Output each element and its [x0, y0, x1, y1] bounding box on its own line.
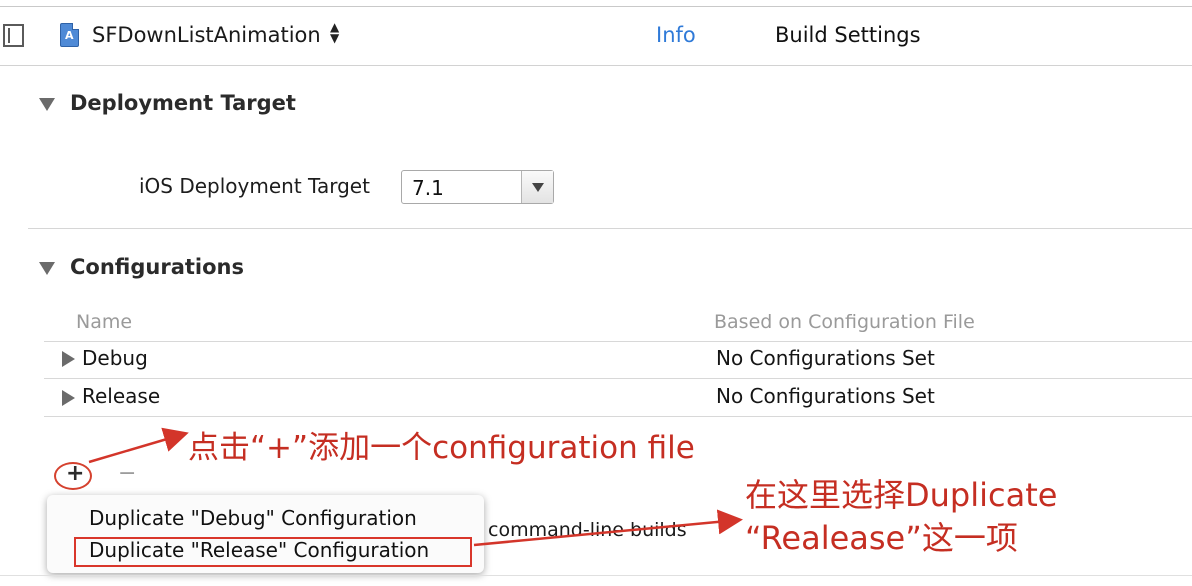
bottom-divider — [0, 575, 1192, 576]
arrow-to-menu-annotation — [473, 509, 743, 547]
arrow-to-plus-annotation — [88, 427, 189, 464]
annotation-click-plus: 点击“+”添加一个configuration file — [188, 430, 695, 466]
annotation-choose-line2: “Realease”这一项 — [745, 519, 1018, 557]
annotation-choose-line1: 在这里选择Duplicate — [745, 476, 1058, 514]
